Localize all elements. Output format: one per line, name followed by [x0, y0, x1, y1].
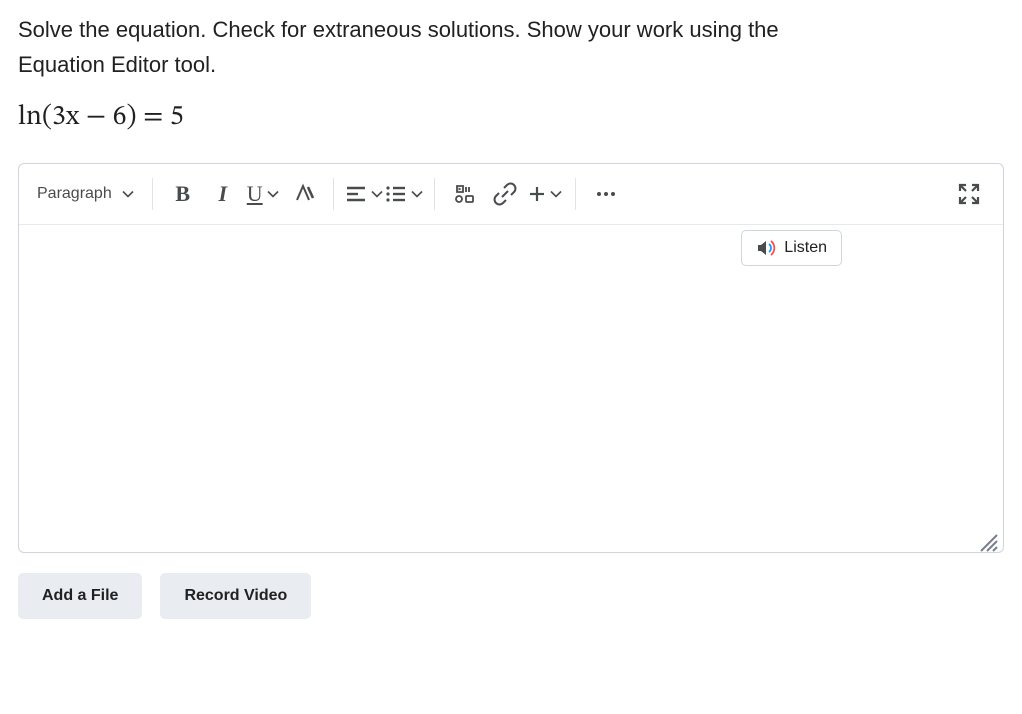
italic-icon: I	[218, 181, 227, 207]
bold-icon: B	[175, 181, 190, 207]
paragraph-label: Paragraph	[37, 185, 112, 203]
insert-more-button[interactable]	[525, 174, 565, 214]
insert-link-button[interactable]	[485, 174, 525, 214]
fullscreen-button[interactable]	[949, 174, 989, 214]
chevron-down-icon	[371, 188, 383, 200]
link-icon	[493, 182, 517, 206]
question-line1: Solve the equation. Check for extraneous…	[18, 17, 779, 42]
fullscreen-icon	[958, 183, 980, 205]
resize-handle-icon[interactable]	[977, 531, 999, 553]
underline-button[interactable]: U	[243, 174, 283, 214]
media-icon	[453, 182, 477, 206]
italic-button[interactable]: I	[203, 174, 243, 214]
separator	[152, 178, 153, 210]
editor-toolbar: Paragraph B I U	[19, 164, 1003, 225]
plus-icon	[528, 185, 546, 203]
align-button[interactable]	[344, 174, 384, 214]
ellipsis-icon	[594, 182, 618, 206]
question-equation: ln(3x − 6) = 5	[18, 100, 1004, 135]
list-button[interactable]	[384, 174, 424, 214]
font-color-button[interactable]	[283, 174, 323, 214]
chevron-down-icon	[411, 188, 423, 200]
paragraph-style-select[interactable]: Paragraph	[33, 174, 142, 214]
listen-button[interactable]: Listen	[741, 230, 842, 266]
record-video-button[interactable]: Record Video	[160, 573, 311, 619]
add-file-button[interactable]: Add a File	[18, 573, 142, 619]
more-options-button[interactable]	[586, 174, 626, 214]
question-line2: Equation Editor tool.	[18, 52, 216, 77]
rich-text-editor: Paragraph B I U	[18, 163, 1004, 553]
insert-media-button[interactable]	[445, 174, 485, 214]
chevron-down-icon	[267, 188, 279, 200]
bold-button[interactable]: B	[163, 174, 203, 214]
separator	[575, 178, 576, 210]
bullet-list-icon	[385, 183, 407, 205]
speaker-icon	[756, 238, 776, 258]
listen-label: Listen	[784, 239, 827, 257]
action-row: Add a File Record Video	[18, 573, 1004, 619]
separator	[333, 178, 334, 210]
font-color-icon	[291, 182, 315, 206]
chevron-down-icon	[122, 188, 134, 200]
underline-icon: U	[247, 181, 263, 207]
separator	[434, 178, 435, 210]
chevron-down-icon	[550, 188, 562, 200]
editor-textarea[interactable]	[19, 225, 1003, 557]
question-prompt: Solve the equation. Check for extraneous…	[18, 12, 1004, 82]
align-left-icon	[345, 183, 367, 205]
